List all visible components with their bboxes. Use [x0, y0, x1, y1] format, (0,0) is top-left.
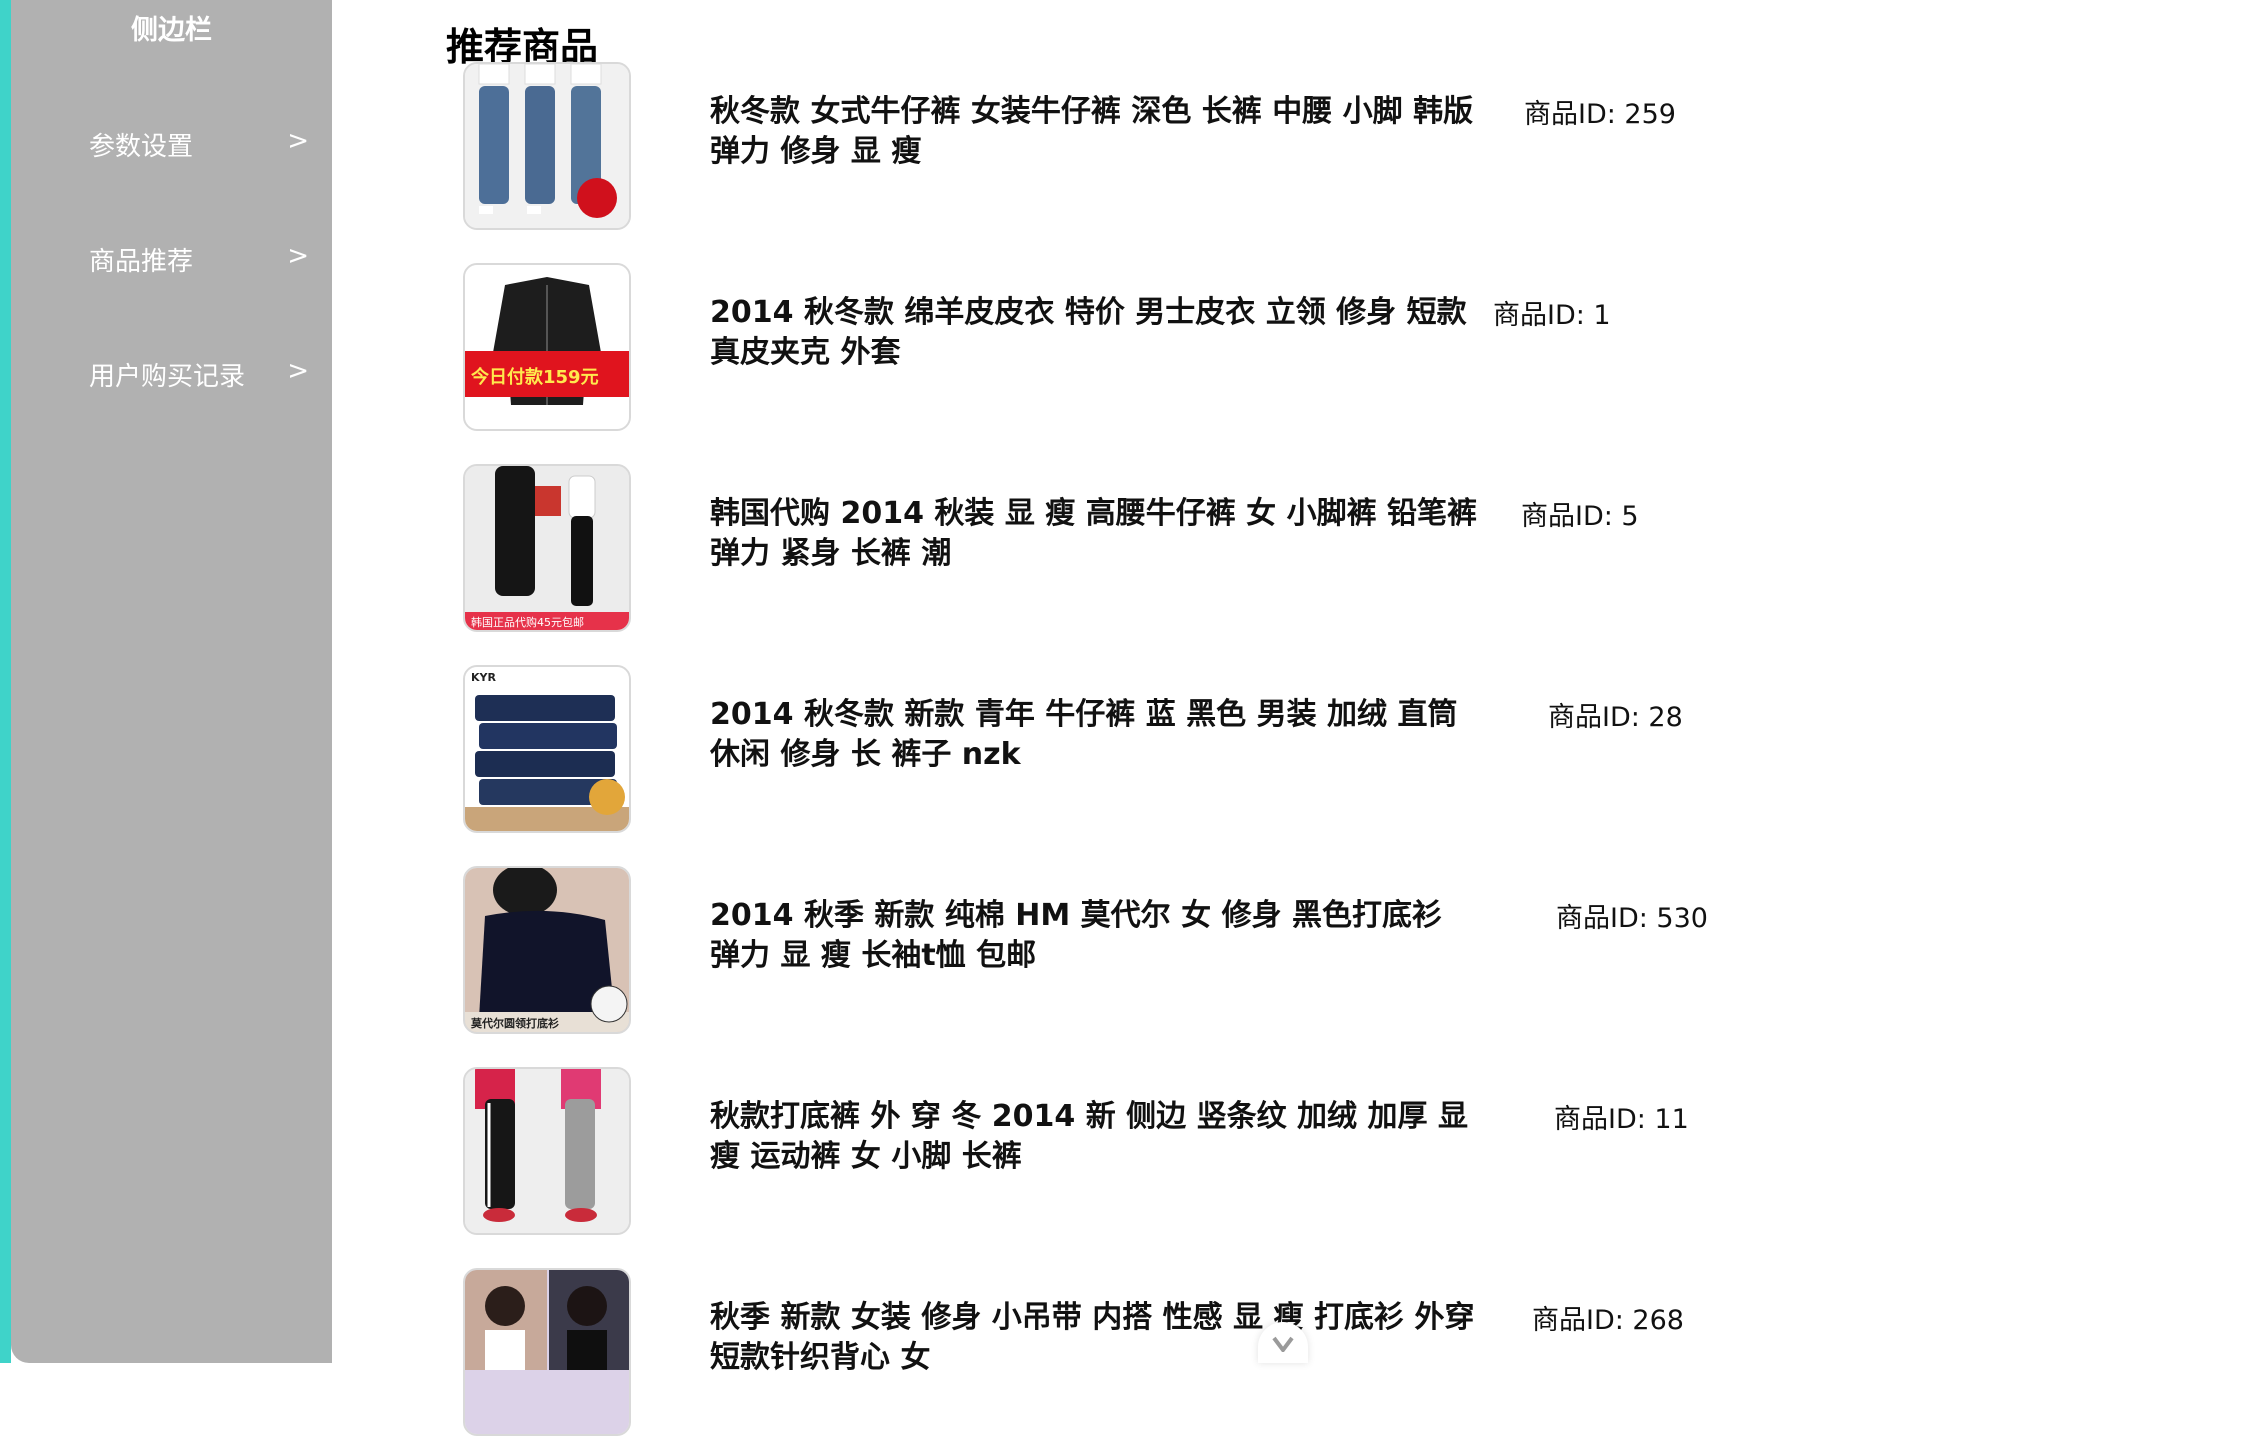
- chevron-right-icon: >: [287, 126, 309, 156]
- product-item[interactable]: 秋冬款 女式牛仔裤 女装牛仔裤 深色 长裤 中腰 小脚 韩版 弹力 修身 显 瘦…: [463, 62, 1763, 232]
- product-id: 商品ID: 268: [1532, 1305, 1684, 1336]
- product-id: 商品ID: 5: [1521, 501, 1639, 532]
- badge-text: 韩国正品代购45元包邮: [471, 615, 584, 629]
- product-name[interactable]: 秋冬款 女式牛仔裤 女装牛仔裤 深色 长裤 中腰 小脚 韩版 弹力 修身 显 瘦: [710, 92, 1480, 172]
- product-name[interactable]: 2014 秋季 新款 纯棉 HM 莫代尔 女 修身 黑色打底衫 弹力 显 瘦 长…: [710, 896, 1480, 976]
- sidebar-item-label: 参数设置: [89, 132, 194, 162]
- product-item[interactable]: 韩国正品代购45元包邮 韩国代购 2014 秋装 显 瘦 高腰牛仔裤 女 小脚裤…: [463, 464, 1763, 634]
- sidebar-item-label: 商品推荐: [89, 247, 194, 277]
- product-name[interactable]: 秋季 新款 女装 修身 小吊带 内搭 性感 显 瘦 打底衫 外穿 短款针织背心 …: [710, 1298, 1480, 1378]
- product-name[interactable]: 2014 秋冬款 绵羊皮皮衣 特价 男士皮衣 立领 修身 短款 真皮夹克 外套: [710, 293, 1480, 373]
- chevron-right-icon: >: [287, 241, 309, 271]
- sidebar-item-label: 用户购买记录: [89, 362, 246, 392]
- chevron-right-icon: >: [287, 356, 309, 386]
- leather-jacket-photo-icon[interactable]: 今日付款159元: [463, 263, 631, 431]
- product-id: 商品ID: 28: [1548, 702, 1683, 733]
- accent-strip: [0, 0, 11, 1363]
- leggings-photo-icon[interactable]: [463, 1067, 631, 1235]
- sidebar-item-purchase-history[interactable]: 用户购买记录 >: [89, 342, 309, 402]
- black-top-photo-icon[interactable]: 莫代尔圆领打底衫: [463, 866, 631, 1034]
- sidebar-item-settings[interactable]: 参数设置 >: [89, 112, 309, 172]
- badge-text: 莫代尔圆领打底衫: [470, 1016, 559, 1030]
- jeans-models-photo-icon[interactable]: [463, 62, 631, 230]
- product-name[interactable]: 韩国代购 2014 秋装 显 瘦 高腰牛仔裤 女 小脚裤 铅笔裤 弹力 紧身 长…: [710, 494, 1480, 574]
- chevron-down-icon: [1272, 1336, 1294, 1354]
- black-jeans-photo-icon[interactable]: 韩国正品代购45元包邮: [463, 464, 631, 632]
- badge-text: 今日付款159元: [471, 366, 599, 388]
- sidebar: 侧边栏 参数设置 > 商品推荐 > 用户购买记录 >: [11, 0, 332, 1363]
- svg-text:KYR: KYR: [471, 671, 496, 684]
- product-id: 商品ID: 259: [1524, 99, 1676, 130]
- product-item[interactable]: 今日付款159元 2014 秋冬款 绵羊皮皮衣 特价 男士皮衣 立领 修身 短款…: [463, 263, 1763, 433]
- product-name[interactable]: 2014 秋冬款 新款 青年 牛仔裤 蓝 黑色 男装 加绒 直筒 休闲 修身 长…: [710, 695, 1480, 775]
- product-item[interactable]: 秋款打底裤 外 穿 冬 2014 新 侧边 竖条纹 加绒 加厚 显 瘦 运动裤 …: [463, 1067, 1763, 1237]
- sidebar-item-recommend[interactable]: 商品推荐 >: [89, 227, 309, 287]
- product-id: 商品ID: 1: [1493, 300, 1611, 331]
- sidebar-title: 侧边栏: [131, 15, 212, 46]
- camisole-photo-icon[interactable]: [463, 1268, 631, 1436]
- product-id: 商品ID: 530: [1556, 903, 1708, 934]
- product-id: 商品ID: 11: [1554, 1104, 1689, 1135]
- product-item[interactable]: 秋季 新款 女装 修身 小吊带 内搭 性感 显 瘦 打底衫 外穿 短款针织背心 …: [463, 1268, 1763, 1438]
- product-item[interactable]: KYR 2014 秋冬款 新款 青年 牛仔裤 蓝 黑色 男装 加绒 直筒 休闲 …: [463, 665, 1763, 835]
- product-name[interactable]: 秋款打底裤 外 穿 冬 2014 新 侧边 竖条纹 加绒 加厚 显 瘦 运动裤 …: [710, 1097, 1480, 1177]
- folded-jeans-photo-icon[interactable]: KYR: [463, 665, 631, 833]
- product-item[interactable]: 莫代尔圆领打底衫 2014 秋季 新款 纯棉 HM 莫代尔 女 修身 黑色打底衫…: [463, 866, 1763, 1036]
